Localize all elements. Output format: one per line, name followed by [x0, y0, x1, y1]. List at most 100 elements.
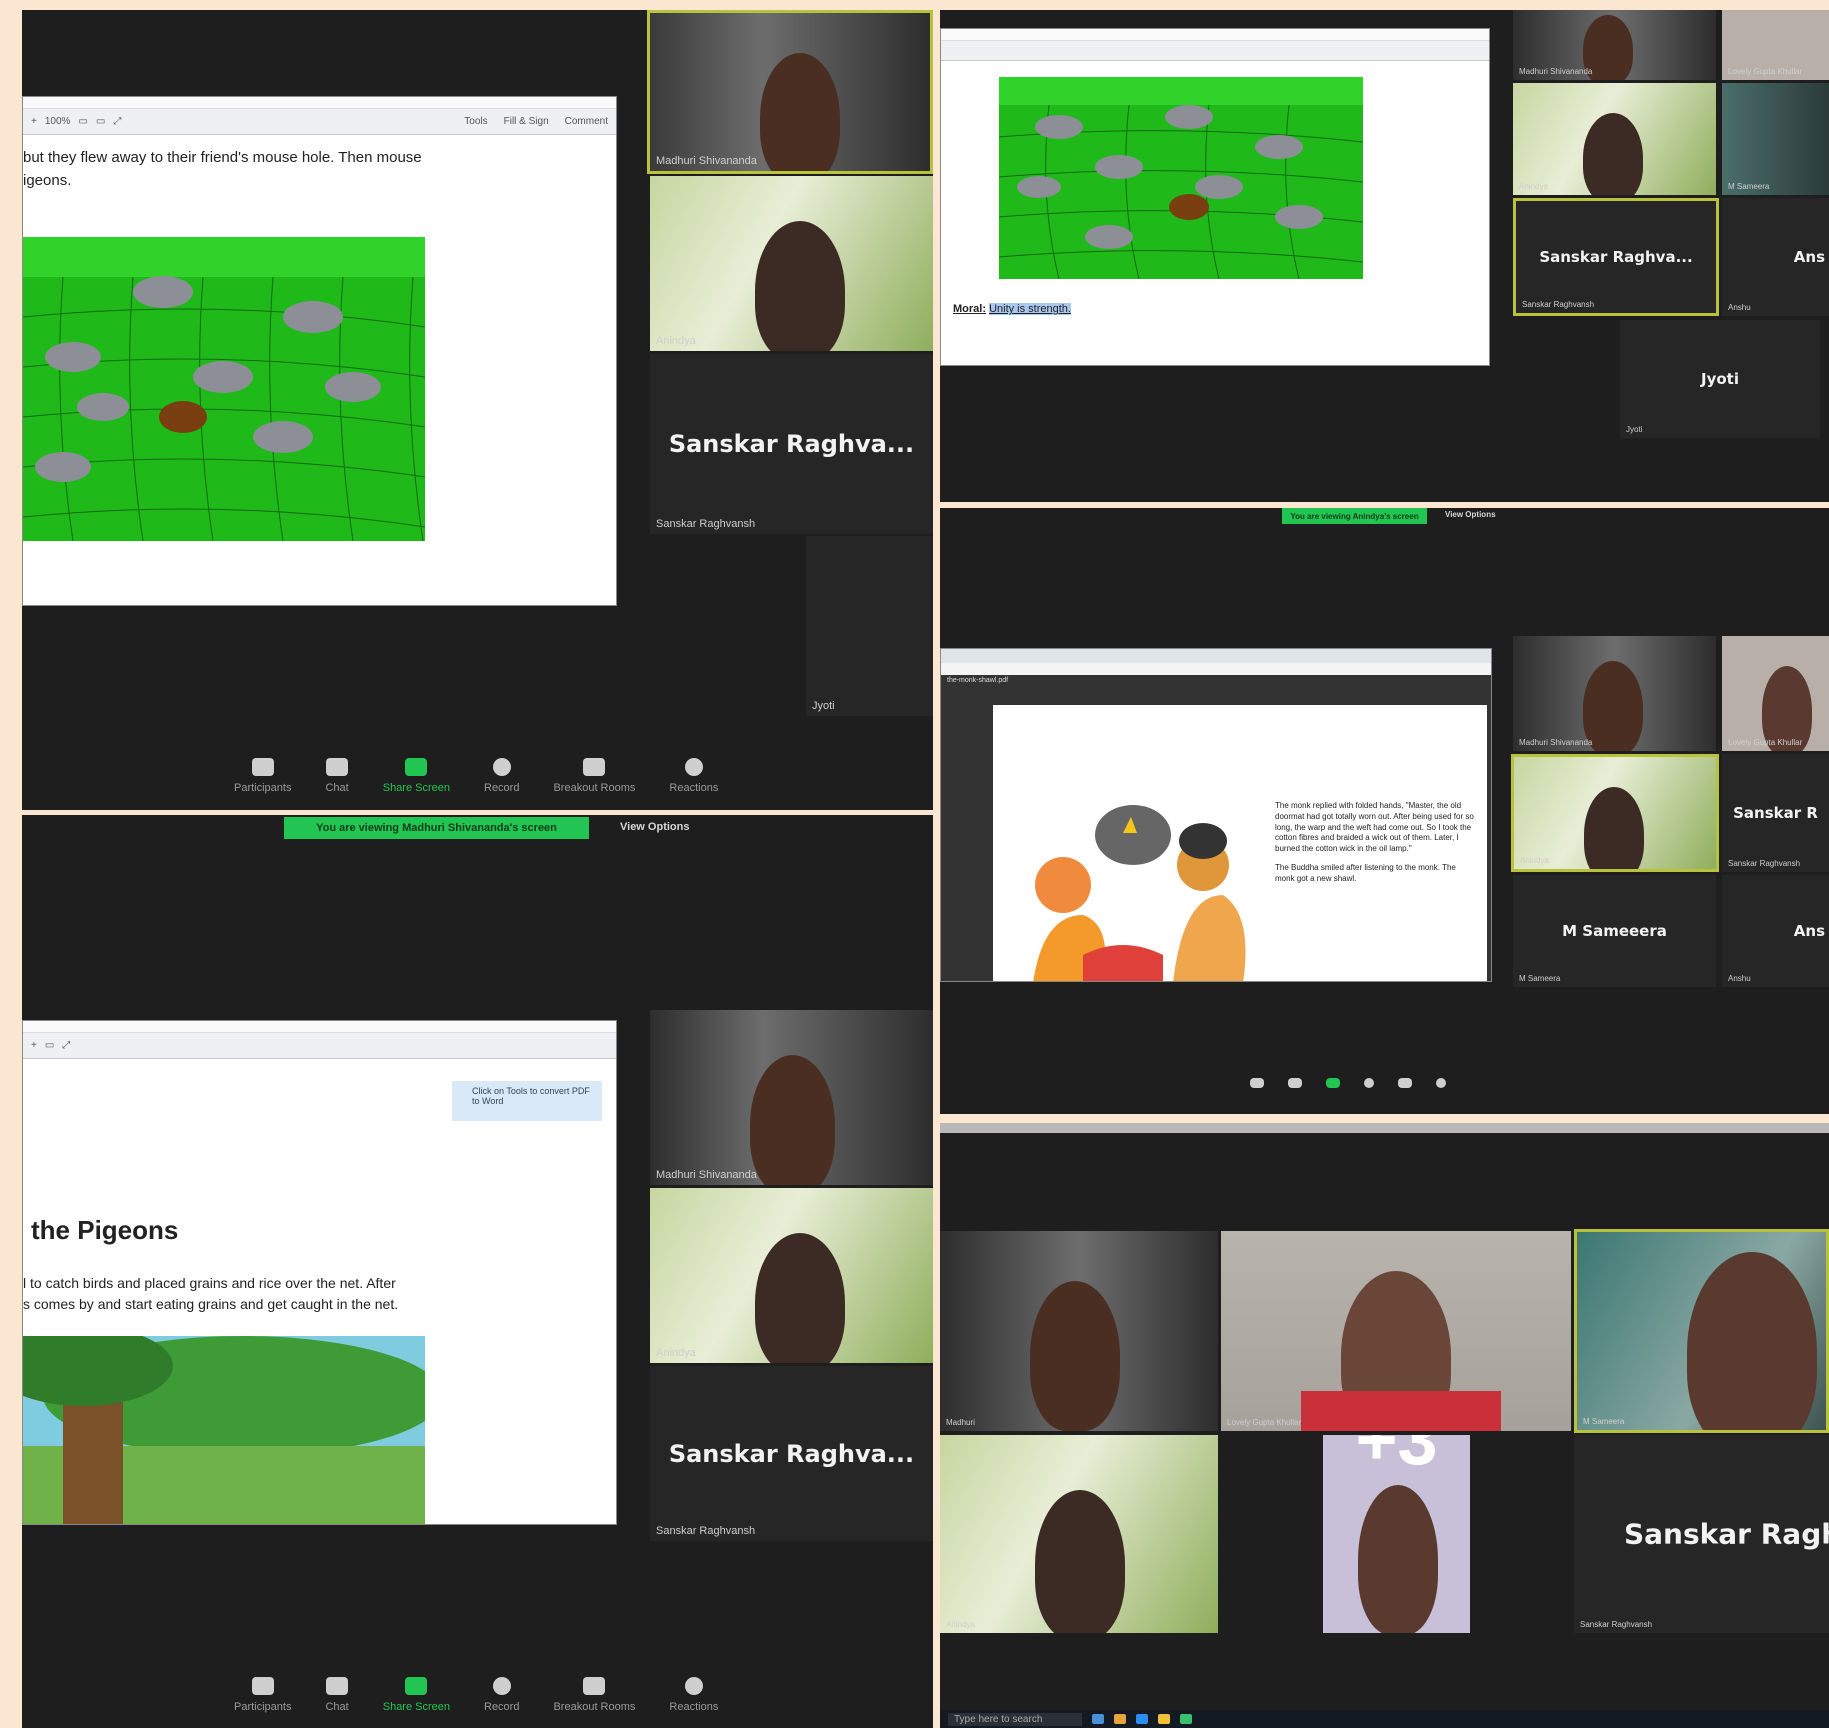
record-button[interactable]: Record — [484, 1677, 519, 1713]
video-tile[interactable]: Jyoti — [806, 536, 933, 716]
fullscreen-icon[interactable]: ⤢ — [62, 1040, 70, 1051]
video-tile[interactable]: Sanskar Raghva... Sanskar Raghvansh — [650, 1366, 933, 1541]
video-tile[interactable]: Ans Anshu — [1722, 875, 1829, 987]
participant-name: M Sameera — [1583, 1417, 1625, 1426]
reactions-button[interactable]: Reactions — [669, 758, 718, 794]
print-icon[interactable]: ▭ — [96, 116, 105, 127]
camera-feed — [1514, 757, 1716, 869]
zoom-out-icon[interactable]: + — [31, 116, 37, 127]
participant-display-name: Jyoti — [1701, 370, 1739, 388]
video-tile[interactable]: Madhuri Shivananda — [650, 1010, 933, 1185]
pigeons-net-illustration — [999, 77, 1363, 279]
video-tile[interactable]: Sanskar R Sanskar Raghvansh — [1722, 754, 1829, 872]
video-tile[interactable]: Jyoti Jyoti — [1620, 320, 1820, 438]
taskbar-app-icon[interactable] — [1114, 1714, 1127, 1724]
record-button[interactable]: Record — [484, 758, 519, 794]
moral-label: Moral: — [953, 303, 986, 315]
participant-name: Anindya — [656, 1347, 696, 1359]
share-screen-button[interactable] — [1326, 1078, 1340, 1088]
fill-sign-link[interactable]: Fill & Sign — [504, 116, 549, 127]
participant-name: Anindya — [1520, 856, 1549, 865]
story-line: s comes by and start eating grains and g… — [23, 1296, 399, 1312]
video-tile[interactable]: M Sameeera M Sameera — [1513, 875, 1716, 987]
video-tile[interactable]: Anindya — [1511, 754, 1719, 872]
forest-illustration — [23, 1336, 425, 1524]
video-tile[interactable]: Anindya — [650, 176, 933, 351]
video-tile[interactable]: Lovely Gupta Khullar — [1722, 10, 1829, 80]
breakout-rooms-button[interactable]: Breakout Rooms — [553, 1677, 635, 1713]
pdf-title: the-monk-shawl.pdf — [947, 677, 1009, 684]
video-tile[interactable]: Madhuri — [940, 1231, 1218, 1431]
pdf-titlebar — [23, 1021, 616, 1033]
participants-button[interactable] — [1250, 1078, 1264, 1088]
video-tile[interactable]: Sanskar Raghv Sanskar Raghvansh — [1574, 1435, 1829, 1633]
participants-button[interactable]: Participants — [234, 758, 291, 794]
viewing-screen-banner: You are viewing Madhuri Shivananda's scr… — [284, 817, 589, 839]
story-text: The monk replied with folded hands, "Mas… — [1275, 801, 1475, 885]
camera-feed — [650, 1188, 933, 1363]
video-tile[interactable]: M Sameera — [1574, 1229, 1829, 1433]
zoom-out-icon[interactable]: + — [31, 1040, 37, 1051]
more-participants-count: +3 — [1355, 1435, 1438, 1480]
video-tile[interactable]: Anindya — [650, 1188, 933, 1363]
taskbar-search-box[interactable]: Type here to search — [948, 1712, 1083, 1726]
story-paragraph: The monk replied with folded hands, "Mas… — [1275, 801, 1474, 854]
tools-link[interactable]: Tools — [464, 116, 487, 127]
video-tile[interactable]: Madhuri Shivananda — [1513, 636, 1716, 751]
participant-name: Lovely Gupta Khullar — [1728, 738, 1803, 747]
video-tile[interactable]: Lovely Gupta Khullar — [1221, 1231, 1571, 1431]
participants-button[interactable]: Participants — [234, 1677, 291, 1713]
fullscreen-icon[interactable]: ⤢ — [113, 116, 121, 127]
camera-feed — [940, 1231, 1218, 1431]
taskbar-app-icon[interactable] — [1180, 1714, 1193, 1724]
breakout-rooms-button[interactable]: Breakout Rooms — [553, 758, 635, 794]
story-line: igeons. — [23, 171, 72, 189]
convert-tip[interactable]: Click on Tools to convert PDF to Word — [452, 1081, 602, 1121]
record-button[interactable] — [1364, 1078, 1374, 1088]
video-tile[interactable]: M Sameera — [1722, 83, 1829, 195]
video-tile[interactable]: Sanskar Raghva... Sanskar Raghvansh — [1513, 198, 1719, 316]
save-icon[interactable]: ▭ — [78, 116, 87, 127]
share-screen-button[interactable]: Share Screen — [383, 758, 450, 794]
reactions-icon — [684, 758, 703, 776]
breakout-rooms-button[interactable] — [1398, 1078, 1412, 1088]
video-tile[interactable]: Ans Anshu — [1722, 198, 1829, 316]
video-tile[interactable]: Anindya — [1513, 83, 1716, 195]
view-options-menu[interactable]: View Options — [620, 821, 689, 833]
comment-link[interactable]: Comment — [565, 116, 608, 127]
participant-name: Jyoti — [812, 700, 835, 712]
video-tile[interactable]: Madhuri Shivananda — [647, 10, 933, 174]
video-tile[interactable]: Sanskar Raghva... Sanskar Raghvansh — [650, 354, 933, 534]
pdf-viewer: + ▭ ⤢ Click on Tools to convert PDF to W… — [22, 1020, 617, 1525]
chat-button[interactable] — [1288, 1078, 1302, 1088]
pdf-viewer: Moral: Unity is strength. — [940, 28, 1490, 366]
camera-feed — [1513, 83, 1716, 195]
chat-button[interactable]: Chat — [325, 1677, 349, 1713]
zoom-level[interactable]: 100% — [45, 116, 71, 127]
participants-icon — [251, 758, 274, 776]
save-icon[interactable]: ▭ — [45, 1040, 54, 1051]
video-tile[interactable]: Madhuri Shivananda — [1513, 10, 1716, 80]
taskbar-app-icon[interactable] — [1092, 1714, 1105, 1724]
participant-name: Jyoti — [1626, 425, 1643, 434]
zoom-window-bottom-right: Madhuri Lovely Gupta Khullar M Sameera A… — [940, 1123, 1829, 1710]
breakout-rooms-icon — [1398, 1078, 1412, 1088]
chat-button[interactable]: Chat — [325, 758, 349, 794]
meeting-controls — [1250, 1078, 1446, 1088]
taskbar-app-icon[interactable] — [1158, 1714, 1171, 1724]
video-tile[interactable]: Anindya — [940, 1435, 1218, 1633]
participant-name: Madhuri Shivananda — [656, 155, 757, 167]
chat-icon — [1288, 1078, 1302, 1088]
pdf-toolbar: + 100% ▭ ▭ ⤢ Tools Fill & Sign Comment — [23, 109, 616, 135]
reactions-button[interactable] — [1436, 1078, 1446, 1088]
video-tile[interactable]: Lovely Gupta Khullar — [1722, 636, 1829, 751]
participant-display-name: Sanskar Raghva... — [668, 430, 915, 458]
reactions-button[interactable]: Reactions — [669, 1677, 718, 1713]
participants-icon — [251, 1677, 274, 1695]
participant-name: Madhuri Shivananda — [656, 1169, 757, 1181]
more-participants-tile[interactable]: +3 — [1323, 1435, 1470, 1633]
share-screen-icon — [405, 758, 428, 776]
view-options-menu[interactable]: View Options — [1445, 510, 1496, 519]
share-screen-button[interactable]: Share Screen — [383, 1677, 450, 1713]
taskbar-app-icon[interactable] — [1136, 1714, 1149, 1724]
